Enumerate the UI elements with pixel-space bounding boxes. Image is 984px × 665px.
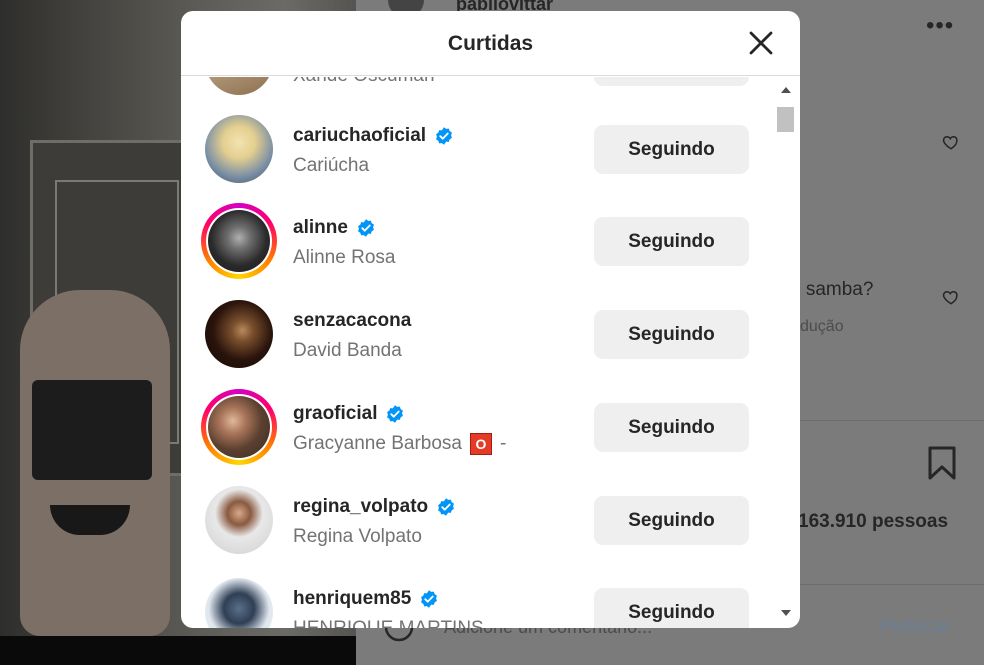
avatar-story-ring[interactable] [201, 389, 277, 465]
likes-list[interactable]: xandeoficial Xande Oscuman Seguindo cari… [181, 77, 800, 628]
fullname: HENRIQUE MARTINS [293, 618, 484, 628]
following-button[interactable]: Seguindo [594, 77, 749, 86]
fullname: Xande Oscuman [293, 77, 435, 87]
scroll-up-arrow-icon[interactable] [781, 87, 791, 93]
scroll-thumb[interactable] [777, 107, 794, 132]
fullname-text: Gracyanne Barbosa [293, 433, 462, 454]
fullname: Cariúcha [293, 155, 370, 176]
fullname: Alinne Rosa [293, 247, 396, 268]
following-button[interactable]: Seguindo [594, 403, 749, 452]
verified-badge-icon [421, 590, 438, 608]
verified-badge-icon [357, 219, 374, 237]
avatar-image [205, 578, 273, 628]
fullname-suffix: - [500, 433, 507, 454]
avatar[interactable] [201, 296, 277, 372]
scroll-down-arrow-icon[interactable] [781, 610, 791, 616]
avatar-story-ring[interactable] [201, 203, 277, 279]
username[interactable]: alinne [293, 217, 348, 239]
avatar-image [208, 396, 270, 458]
following-button[interactable]: Seguindo [594, 588, 749, 628]
avatar[interactable] [201, 77, 277, 99]
avatar-image [208, 210, 270, 272]
fullname: Gracyanne Barbosa O - [293, 433, 506, 455]
modal-header: Curtidas [181, 11, 800, 76]
following-button[interactable]: Seguindo [594, 496, 749, 545]
verified-badge-icon [387, 405, 404, 423]
scrollbar[interactable] [775, 77, 797, 628]
verified-badge-icon [438, 498, 455, 516]
list-item[interactable]: regina_volpato Regina Volpato Seguindo [181, 474, 771, 566]
list-item[interactable]: henriquem85 HENRIQUE MARTINS Seguindo [181, 566, 771, 628]
list-item[interactable]: cariuchaoficial Cariúcha Seguindo [181, 103, 771, 195]
avatar[interactable] [201, 111, 277, 187]
following-button[interactable]: Seguindo [594, 217, 749, 266]
avatar[interactable] [201, 574, 277, 628]
likes-modal: Curtidas xandeoficial Xande Oscuman Segu… [181, 11, 800, 628]
username[interactable]: henriquem85 [293, 588, 411, 610]
avatar-image [205, 115, 273, 183]
modal-title: Curtidas [447, 32, 534, 55]
verified-badge-icon [436, 127, 452, 145]
following-button[interactable]: Seguindo [594, 310, 749, 359]
fullname: David Banda [293, 340, 402, 361]
avatar-image [205, 77, 273, 95]
username[interactable]: senzacacona [293, 310, 411, 332]
list-item[interactable]: alinne Alinne Rosa Seguindo [181, 195, 771, 287]
list-item[interactable]: graoficial Gracyanne Barbosa O - Seguind… [181, 381, 771, 473]
avatar[interactable] [201, 482, 277, 558]
following-button[interactable]: Seguindo [594, 125, 749, 174]
o-button-emoji: O [470, 433, 492, 455]
username[interactable]: cariuchaoficial [293, 125, 426, 147]
avatar-image [205, 300, 273, 368]
list-item[interactable]: senzacacona David Banda Seguindo [181, 288, 771, 380]
avatar-image [205, 486, 273, 554]
close-icon[interactable] [747, 29, 775, 57]
username[interactable]: regina_volpato [293, 496, 428, 518]
fullname: Regina Volpato [293, 526, 422, 547]
username[interactable]: graoficial [293, 403, 377, 425]
